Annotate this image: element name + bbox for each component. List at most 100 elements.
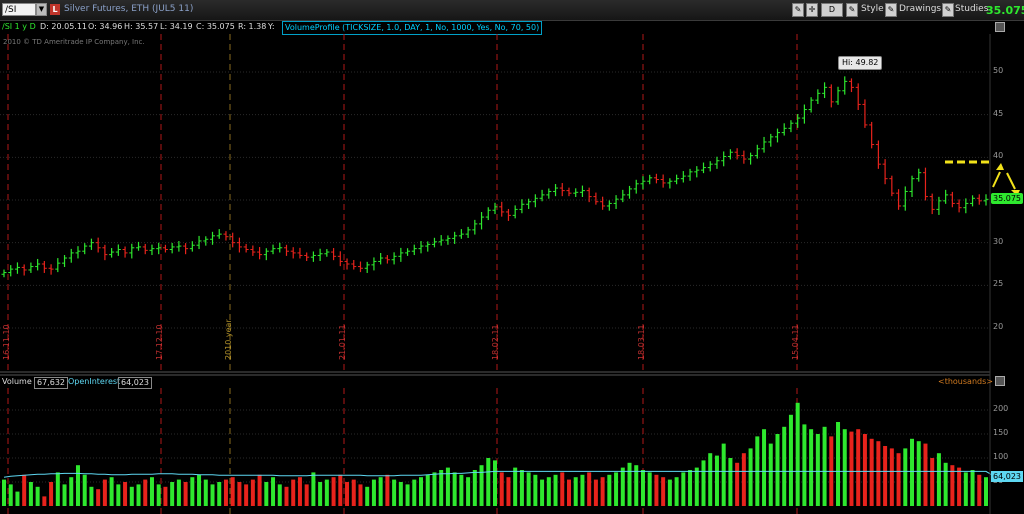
- date-marker-label: 16.11.10: [2, 324, 11, 360]
- volume-bar: [291, 479, 296, 506]
- price-bar: [136, 241, 142, 251]
- price-bar: [405, 248, 411, 256]
- volume-bar: [849, 431, 854, 506]
- volume-bar: [156, 484, 161, 506]
- volume-bar: [654, 474, 659, 506]
- price-bar: [566, 187, 572, 197]
- volume-bar: [526, 472, 531, 506]
- price-bar: [862, 99, 868, 128]
- price-bar: [600, 196, 606, 210]
- volume-bar: [223, 479, 228, 506]
- price-bar: [727, 149, 733, 160]
- volume-bar: [405, 484, 410, 506]
- price-bar: [479, 212, 485, 230]
- volume-bar: [102, 479, 107, 506]
- volume-bar: [49, 482, 54, 506]
- price-bar: [263, 248, 269, 261]
- price-bar: [822, 82, 828, 99]
- volume-bar: [587, 472, 592, 506]
- price-bar: [519, 199, 525, 214]
- volume-bar: [412, 479, 417, 506]
- date-marker-label: 15.04.11: [791, 324, 800, 360]
- price-bar: [943, 189, 949, 204]
- volume-bar: [170, 482, 175, 506]
- volume-bar: [472, 470, 477, 506]
- volume-bar: [748, 448, 753, 506]
- arrow-down-icon: [1006, 172, 1016, 190]
- price-bar: [398, 247, 404, 262]
- volume-label[interactable]: Volume: [2, 377, 32, 386]
- volume-bar: [398, 482, 403, 506]
- price-bar: [485, 207, 491, 221]
- volume-bar: [688, 470, 693, 506]
- volume-bar: [8, 484, 13, 506]
- price-bar: [909, 175, 915, 198]
- volume-bar: [701, 460, 706, 506]
- current-price-tag: 35.075: [991, 193, 1023, 204]
- price-tick-label: 20: [993, 322, 1004, 331]
- price-bar: [815, 89, 821, 104]
- volume-bar: [943, 462, 948, 506]
- price-bar: [310, 251, 316, 262]
- open-interest-tag: 64,023: [991, 471, 1023, 482]
- price-bar: [465, 226, 471, 238]
- volume-bar: [735, 462, 740, 506]
- price-bar: [162, 244, 168, 253]
- price-bar: [411, 244, 417, 256]
- price-bar: [115, 244, 121, 256]
- price-bar: [452, 231, 458, 244]
- price-bar: [613, 195, 619, 209]
- price-bar: [929, 193, 935, 215]
- price-bar: [364, 261, 370, 273]
- price-tick-label: 50: [993, 66, 1004, 75]
- price-bar: [337, 251, 343, 267]
- price-bar: [189, 241, 195, 252]
- volume-bar: [728, 458, 733, 506]
- volume-bar: [479, 465, 484, 506]
- price-bar: [741, 150, 747, 164]
- volume-bar: [667, 479, 672, 506]
- date-marker-label: 18.02.11: [491, 324, 500, 360]
- price-bar: [586, 187, 592, 203]
- price-bar: [243, 243, 249, 253]
- price-bar: [593, 192, 599, 205]
- open-interest-label[interactable]: OpenInterest: [68, 377, 120, 386]
- volume-bar: [28, 482, 33, 506]
- volume-bar: [311, 472, 316, 506]
- volume-bar: [459, 474, 464, 506]
- price-bar: [378, 252, 384, 265]
- volume-bar: [836, 422, 841, 506]
- price-tick-label: 45: [993, 108, 1004, 118]
- volume-bar: [217, 482, 222, 506]
- price-bar: [774, 128, 780, 143]
- price-bar: [694, 166, 700, 178]
- volume-study-bar: Volume 67,632 OpenInterest 64,023: [0, 376, 990, 389]
- volume-bar: [466, 477, 471, 506]
- gear-icon[interactable]: [995, 376, 1005, 386]
- volume-bar: [566, 479, 571, 506]
- volume-bar: [815, 434, 820, 506]
- price-chart[interactable]: [0, 0, 1024, 514]
- volume-bar: [365, 486, 370, 506]
- volume-bar: [183, 482, 188, 506]
- price-bar: [270, 244, 276, 255]
- price-bar: [505, 208, 511, 221]
- volume-bar: [802, 424, 807, 506]
- volume-bar: [284, 486, 289, 506]
- volume-bar: [264, 482, 269, 506]
- price-bar: [680, 171, 686, 183]
- price-bar: [808, 97, 814, 113]
- price-bar: [344, 258, 350, 270]
- price-bar: [62, 255, 68, 267]
- volume-bar: [116, 484, 121, 506]
- volume-bar: [775, 434, 780, 506]
- open-interest-value: 64,023: [118, 377, 152, 389]
- volume-bar: [129, 486, 134, 506]
- volume-bar: [876, 441, 881, 506]
- volume-tick-label: 100: [993, 452, 1009, 461]
- volume-bar: [795, 402, 800, 506]
- volume-bar: [614, 472, 619, 506]
- volume-bar: [856, 429, 861, 506]
- volume-bar: [963, 472, 968, 506]
- volume-bar: [82, 474, 87, 506]
